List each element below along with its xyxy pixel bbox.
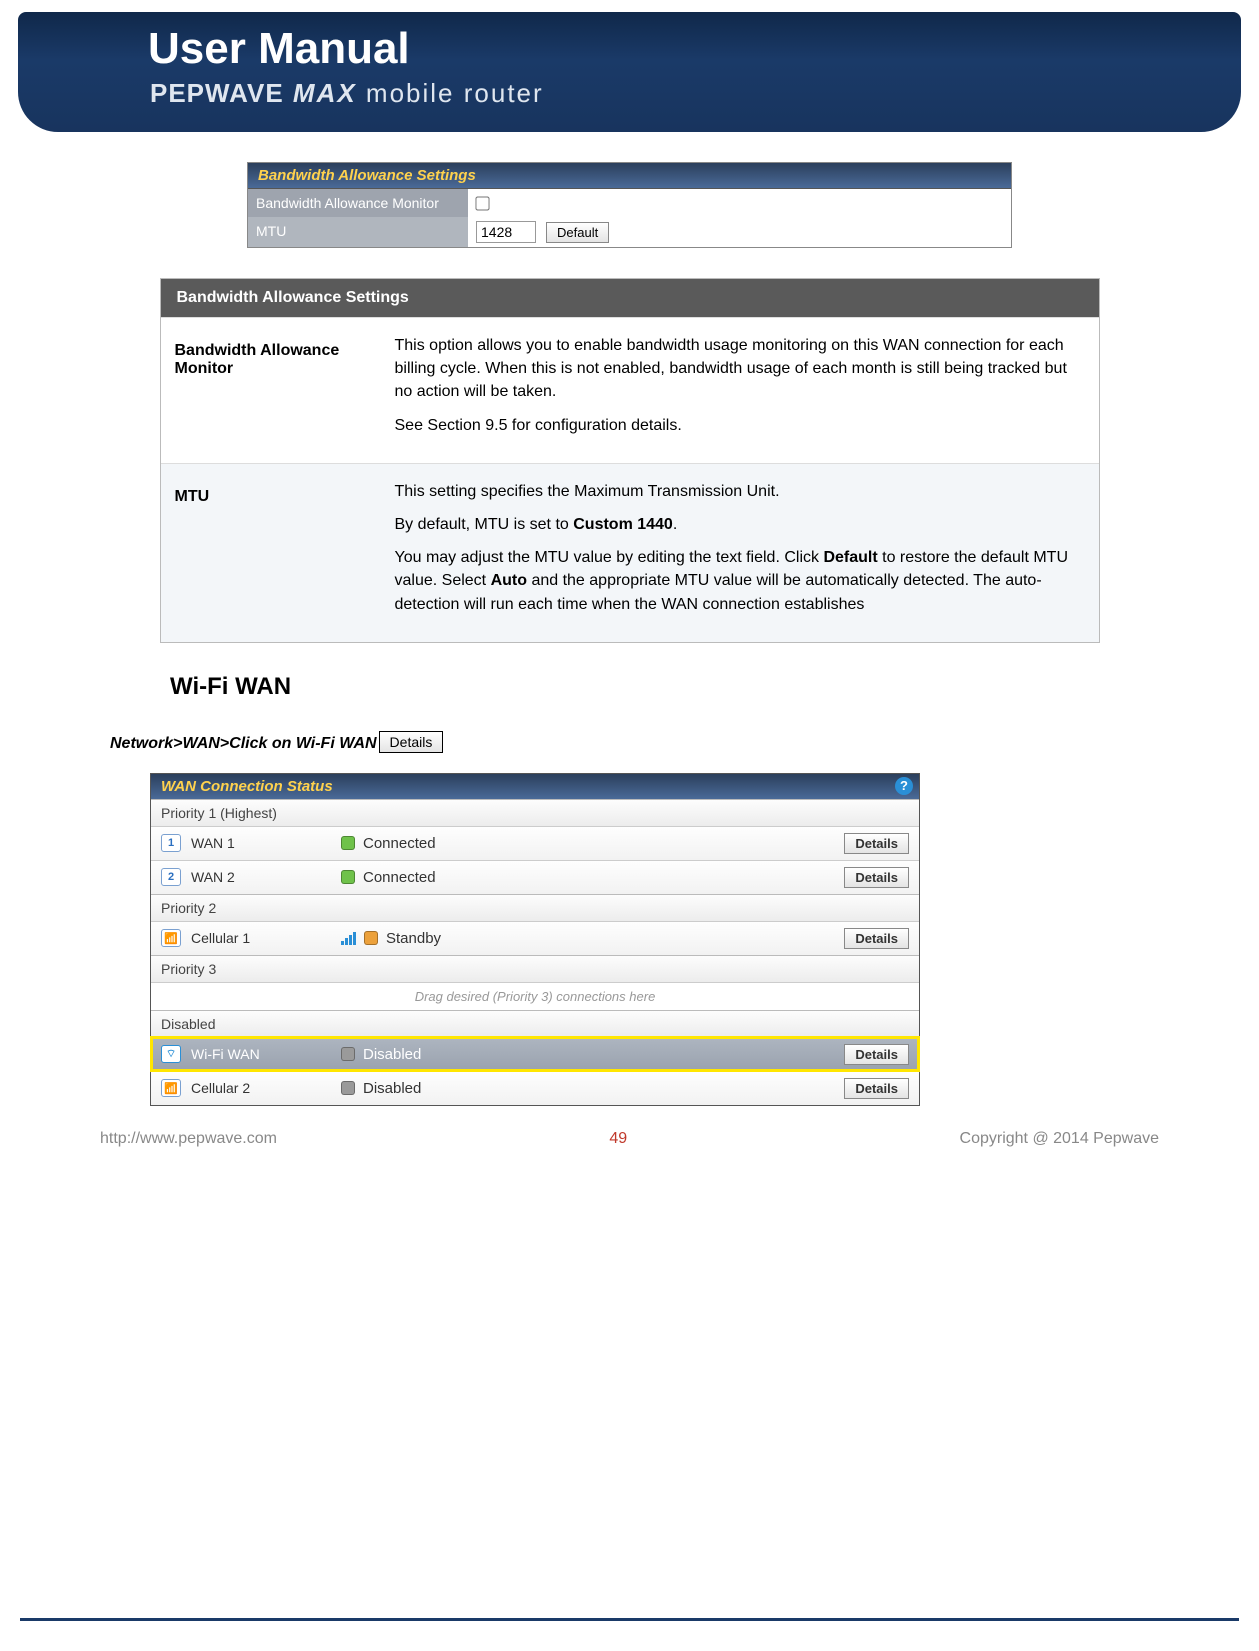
footer-divider	[20, 1618, 1239, 1621]
bold-fragment: Default	[823, 549, 877, 566]
wan-row-cellular1[interactable]: 📶 Cellular 1 Standby Details	[151, 921, 919, 955]
def-row-mtu: MTU This setting specifies the Maximum T…	[161, 463, 1099, 642]
status-text: Standby	[386, 930, 441, 947]
details-button[interactable]: Details	[844, 1078, 909, 1099]
text-fragment: .	[673, 516, 677, 533]
label-bandwidth-monitor: Bandwidth Allowance Monitor	[248, 189, 468, 217]
status-led-orange-icon	[364, 931, 378, 945]
help-icon[interactable]: ?	[895, 777, 913, 795]
wan-name: WAN 2	[191, 869, 331, 885]
def-text: By default, MTU is set to Custom 1440.	[395, 513, 1085, 536]
details-button-example: Details	[379, 731, 444, 753]
priority-1-header: Priority 1 (Highest)	[151, 799, 919, 826]
status-text: Connected	[363, 869, 436, 886]
bold-fragment: Custom 1440	[573, 516, 673, 533]
wan-connection-status-screenshot: WAN Connection Status ? Priority 1 (High…	[150, 773, 920, 1106]
def-row-bandwidth-monitor: Bandwidth Allowance Monitor This option …	[161, 317, 1099, 463]
product-suffix: mobile router	[366, 78, 544, 108]
product-name: MAX	[293, 78, 357, 108]
text-fragment: By default, MTU is set to	[395, 516, 574, 533]
def-text: You may adjust the MTU value by editing …	[395, 546, 1085, 616]
brand-name: PEPWAVE	[150, 78, 284, 108]
mtu-default-button[interactable]: Default	[546, 222, 609, 243]
status-led-green-icon	[341, 836, 355, 850]
bold-fragment: Auto	[491, 572, 527, 589]
page-number: 49	[609, 1130, 627, 1148]
details-button[interactable]: Details	[844, 928, 909, 949]
def-table-header: Bandwidth Allowance Settings	[161, 279, 1099, 317]
status-text: Disabled	[363, 1080, 421, 1097]
details-button[interactable]: Details	[844, 833, 909, 854]
row-mtu: MTU Default	[248, 217, 1011, 247]
status-text: Connected	[363, 835, 436, 852]
details-button[interactable]: Details	[844, 1044, 909, 1065]
footer-copyright: Copyright @ 2014 Pepwave	[960, 1130, 1159, 1148]
priority-3-header: Priority 3	[151, 955, 919, 982]
priority-3-dropzone[interactable]: Drag desired (Priority 3) connections he…	[151, 982, 919, 1010]
panel-title: Bandwidth Allowance Settings	[248, 163, 1011, 189]
details-button[interactable]: Details	[844, 867, 909, 888]
breadcrumb-instruction: Network>WAN>Click on Wi-Fi WAN Details	[110, 731, 1149, 753]
wan-badge: 1	[161, 834, 181, 852]
doc-subtitle: PEPWAVE MAX mobile router	[150, 78, 544, 109]
def-text: See Section 9.5 for configuration detail…	[395, 414, 1085, 437]
priority-2-header: Priority 2	[151, 894, 919, 921]
wan-name: Cellular 1	[191, 930, 331, 946]
bandwidth-settings-screenshot: Bandwidth Allowance Settings Bandwidth A…	[247, 162, 1012, 248]
breadcrumb-text: Network>WAN>Click on Wi-Fi WAN	[110, 735, 377, 753]
wan-row-wan1[interactable]: 1 WAN 1 Connected Details	[151, 826, 919, 860]
def-key: MTU	[161, 464, 381, 642]
bandwidth-settings-def-table: Bandwidth Allowance Settings Bandwidth A…	[160, 278, 1100, 643]
row-bandwidth-monitor: Bandwidth Allowance Monitor	[248, 189, 1011, 217]
text-fragment: You may adjust the MTU value by editing …	[395, 549, 824, 566]
status-led-grey-icon	[341, 1081, 355, 1095]
def-value: This setting specifies the Maximum Trans…	[381, 464, 1099, 642]
wan-row-cellular2[interactable]: 📶 Cellular 2 Disabled Details	[151, 1071, 919, 1105]
disabled-header: Disabled	[151, 1010, 919, 1037]
panel-title: WAN Connection Status ?	[151, 774, 919, 799]
wan-row-wifi-wan[interactable]: ⌔ Wi-Fi WAN Disabled Details	[151, 1037, 919, 1071]
wan-name: Wi-Fi WAN	[191, 1046, 331, 1062]
def-text: This setting specifies the Maximum Trans…	[395, 480, 1085, 503]
wan-name: Cellular 2	[191, 1080, 331, 1096]
panel-title-text: WAN Connection Status	[161, 778, 333, 795]
page-footer: http://www.pepwave.com 49 Copyright @ 20…	[0, 1106, 1259, 1148]
wan-badge: 📶	[161, 1079, 181, 1097]
label-mtu: MTU	[248, 217, 468, 247]
status-led-green-icon	[341, 870, 355, 884]
wifi-icon: ⌔	[161, 1045, 181, 1063]
section-heading-wifi-wan: Wi-Fi WAN	[170, 673, 1149, 701]
mtu-input[interactable]	[476, 221, 536, 243]
wan-name: WAN 1	[191, 835, 331, 851]
def-value: This option allows you to enable bandwid…	[381, 318, 1099, 463]
status-text: Disabled	[363, 1046, 421, 1063]
bandwidth-monitor-checkbox[interactable]	[475, 196, 489, 210]
wan-row-wan2[interactable]: 2 WAN 2 Connected Details	[151, 860, 919, 894]
signal-bars-icon	[341, 931, 356, 945]
status-led-grey-icon	[341, 1047, 355, 1061]
doc-header-banner: User Manual PEPWAVE MAX mobile router	[18, 12, 1241, 132]
doc-title: User Manual	[148, 24, 410, 74]
footer-url: http://www.pepwave.com	[100, 1130, 277, 1148]
def-key: Bandwidth Allowance Monitor	[161, 318, 381, 463]
wan-badge: 2	[161, 868, 181, 886]
wan-badge: 📶	[161, 929, 181, 947]
def-text: This option allows you to enable bandwid…	[395, 334, 1085, 404]
